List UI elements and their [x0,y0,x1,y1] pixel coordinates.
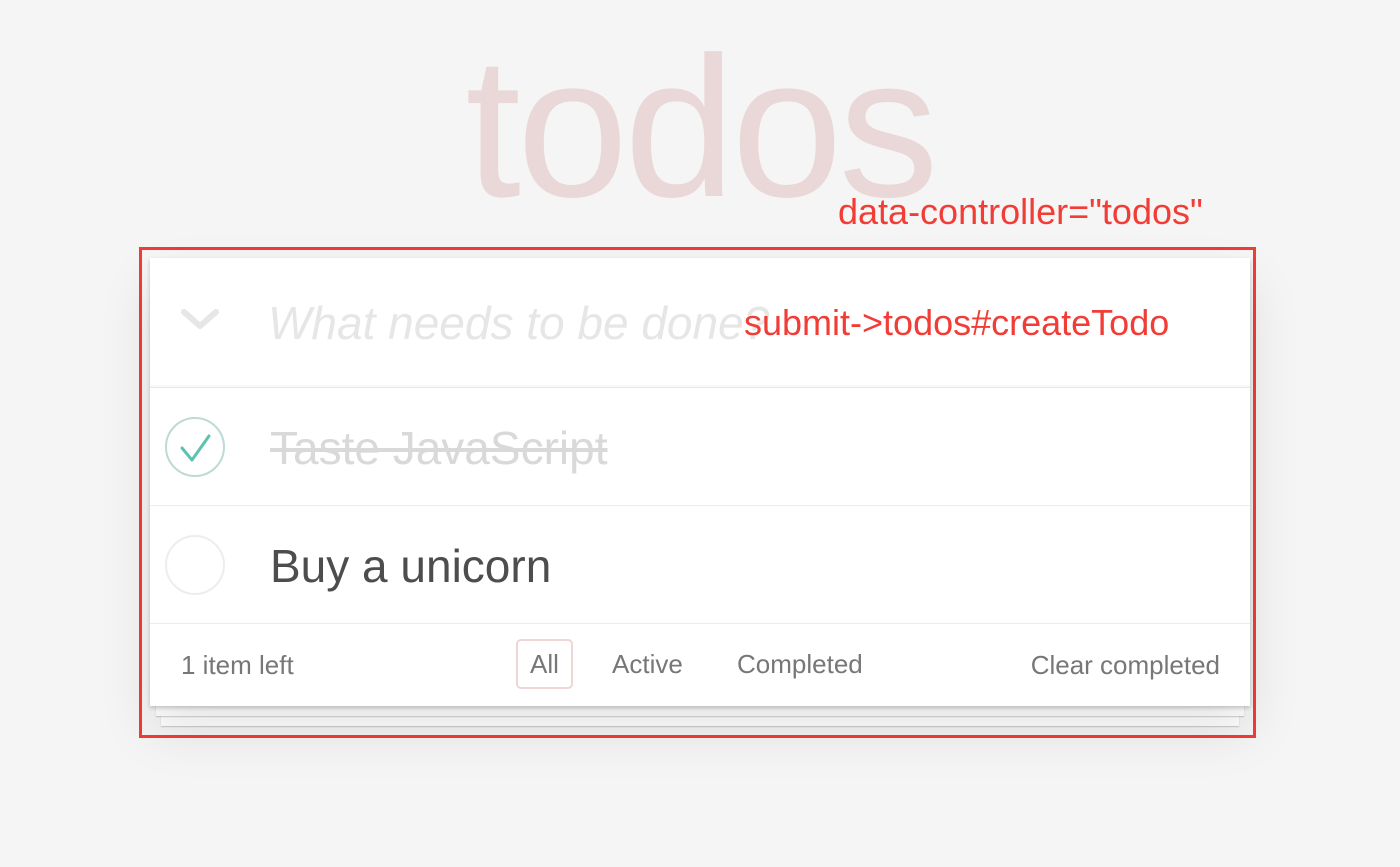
todo-toggle-checkbox[interactable] [165,535,225,595]
todo-app-page: todos data-controller="todos" submit->to… [0,0,1400,867]
toggle-all-svg [181,309,219,329]
todo-title[interactable]: Buy a unicorn [270,536,551,596]
controller-annotation: data-controller="todos" [838,191,1203,232]
filter-all-link[interactable]: All [516,639,573,689]
items-left-count: 1 item left [181,650,294,680]
todo-item: Buy a unicorn [150,506,1250,624]
filter-active-link[interactable]: Active [598,639,697,689]
todo-card: submit->todos#createTodo Taste JavaScrip… [150,258,1250,706]
chevron-down-icon[interactable] [178,298,222,342]
todo-footer: 1 item left All Active Completed Clear c… [150,624,1250,706]
new-todo-row: submit->todos#createTodo [150,258,1250,388]
todo-toggle-checkbox[interactable] [165,417,225,477]
todo-title[interactable]: Taste JavaScript [270,418,607,478]
clear-completed-button[interactable]: Clear completed [1031,650,1220,680]
checkmark-icon [180,434,211,462]
filter-completed-link[interactable]: Completed [723,639,877,689]
action-annotation: submit->todos#createTodo [744,302,1170,343]
todo-item: Taste JavaScript [150,388,1250,506]
